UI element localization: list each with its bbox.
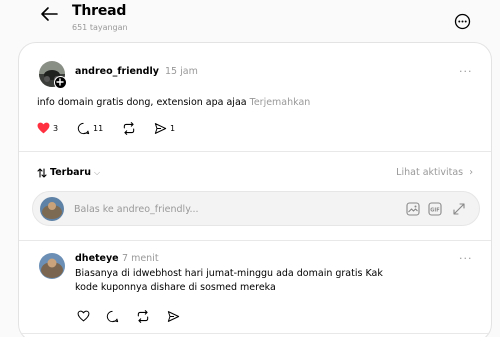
reply-like-button[interactable] xyxy=(77,309,90,323)
own-avatar xyxy=(40,197,64,221)
reply-options-button[interactable]: ··· xyxy=(459,252,473,265)
back-button[interactable] xyxy=(38,4,60,24)
image-icon xyxy=(406,202,420,216)
reply-share-button[interactable] xyxy=(167,309,180,323)
reply-composer[interactable]: GIF xyxy=(32,191,480,226)
avatar-image xyxy=(39,253,65,279)
view-activity-link[interactable]: Lihat aktivitas › xyxy=(396,167,473,178)
chevron-right-icon: › xyxy=(466,167,473,178)
top-bar: Thread 651 tayangan xyxy=(0,0,500,40)
repost-icon xyxy=(137,309,149,323)
thread-card: andreo_friendly 15 jam ··· info domain g… xyxy=(18,42,492,337)
heart-icon xyxy=(37,122,50,134)
avatar-image xyxy=(40,197,64,221)
sort-label: Terbaru xyxy=(50,167,92,178)
translate-link[interactable]: Terjemahkan xyxy=(250,97,311,108)
share-count: 1 xyxy=(170,123,176,133)
reply-input[interactable] xyxy=(74,201,374,217)
reply-username[interactable]: dheteye xyxy=(75,253,119,264)
heart-icon xyxy=(77,310,90,322)
comment-button[interactable]: 11 xyxy=(77,121,103,135)
post-username[interactable]: andreo_friendly xyxy=(75,66,159,77)
gif-button[interactable]: GIF xyxy=(427,201,443,217)
comment-icon xyxy=(106,310,119,322)
reply-text: Biasanya di idwebhost hari jumat-minggu … xyxy=(75,267,383,295)
back-arrow-icon xyxy=(41,7,58,21)
activity-label: Lihat aktivitas xyxy=(396,167,464,178)
expand-icon xyxy=(453,203,465,215)
comment-count: 11 xyxy=(93,123,104,133)
post-content: info domain gratis dong, extension apa a… xyxy=(37,97,247,108)
image-button[interactable] xyxy=(405,201,421,217)
chevron-down-icon: ⌵ xyxy=(94,167,101,177)
thread-options-button[interactable] xyxy=(454,13,471,30)
more-icon xyxy=(454,13,471,30)
expand-button[interactable] xyxy=(451,201,467,217)
sort-dropdown[interactable]: Terbaru ⌵ xyxy=(37,167,100,178)
reply-time: 7 menit xyxy=(122,253,159,264)
like-button[interactable]: 3 xyxy=(37,121,58,135)
post-options-button[interactable]: ··· xyxy=(459,65,473,78)
repost-button[interactable] xyxy=(122,121,136,135)
repost-icon xyxy=(123,121,135,135)
follow-button[interactable] xyxy=(54,76,67,89)
view-count: 651 tayangan xyxy=(72,23,128,32)
reply-avatar[interactable] xyxy=(39,253,65,279)
page-title: Thread xyxy=(72,3,127,19)
divider xyxy=(19,240,491,241)
post-time: 15 jam xyxy=(165,66,198,77)
post-text: info domain gratis dong, extension apa a… xyxy=(37,96,310,110)
reply-text-line: kode kuponnya dishare di sosmed mereka xyxy=(75,282,276,293)
share-icon xyxy=(154,122,167,134)
plus-icon xyxy=(56,78,64,86)
gif-icon: GIF xyxy=(428,202,442,216)
reply-repost-button[interactable] xyxy=(136,309,150,323)
svg-text:GIF: GIF xyxy=(430,207,439,213)
sort-icon xyxy=(37,167,47,178)
divider xyxy=(19,151,491,152)
comment-icon xyxy=(77,122,90,134)
reply-comment-button[interactable] xyxy=(106,309,119,323)
share-icon xyxy=(167,310,180,322)
like-count: 3 xyxy=(53,123,59,133)
share-button[interactable]: 1 xyxy=(154,121,175,135)
divider xyxy=(19,333,491,334)
reply-text-line: Biasanya di idwebhost hari jumat-minggu … xyxy=(75,268,383,279)
